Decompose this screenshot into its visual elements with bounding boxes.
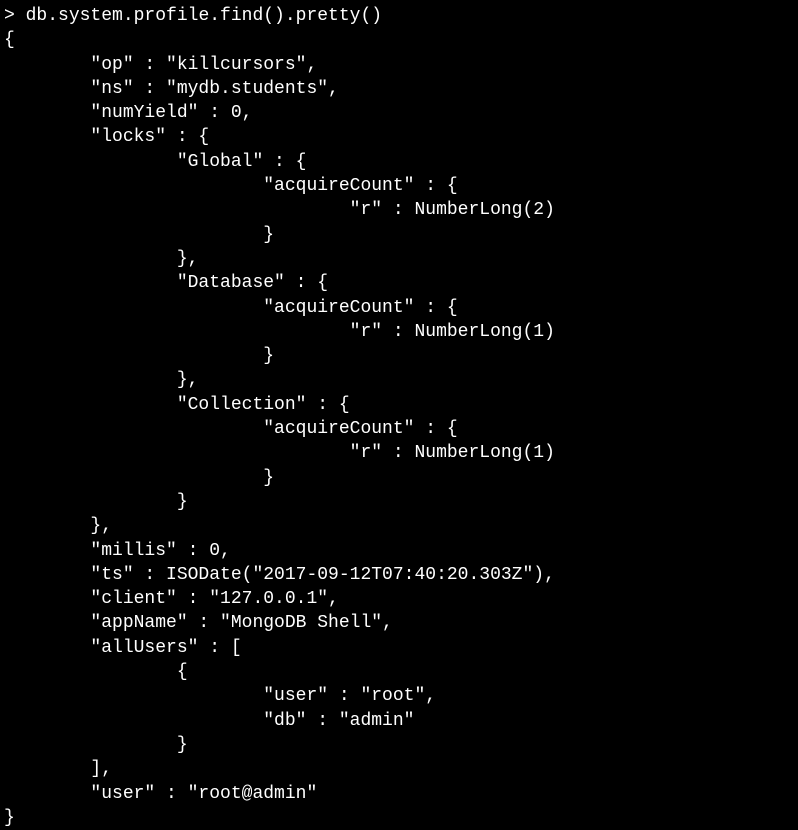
output-line: "numYield" : 0, bbox=[4, 103, 252, 123]
output-line: "r" : NumberLong(1) bbox=[4, 443, 555, 463]
shell-prompt: > bbox=[4, 6, 26, 26]
output-line: "Collection" : { bbox=[4, 395, 350, 415]
output-line: "client" : "127.0.0.1", bbox=[4, 589, 339, 609]
output-line: "appName" : "MongoDB Shell", bbox=[4, 613, 393, 633]
output-line: "locks" : { bbox=[4, 127, 209, 147]
output-line: "user" : "root@admin" bbox=[4, 784, 317, 804]
output-line: }, bbox=[4, 249, 198, 269]
output-line: "Database" : { bbox=[4, 273, 328, 293]
output-line: } bbox=[4, 346, 274, 366]
output-line: "millis" : 0, bbox=[4, 541, 231, 561]
output-line: "ns" : "mydb.students", bbox=[4, 79, 339, 99]
output-line: "db" : "admin" bbox=[4, 711, 414, 731]
output-line: "ts" : ISODate("2017-09-12T07:40:20.303Z… bbox=[4, 565, 555, 585]
output-line: } bbox=[4, 735, 188, 755]
output-line: }, bbox=[4, 516, 112, 536]
output-line: }, bbox=[4, 370, 198, 390]
output-line: "allUsers" : [ bbox=[4, 638, 242, 658]
output-line: "r" : NumberLong(1) bbox=[4, 322, 555, 342]
command-input: db.system.profile.find().pretty() bbox=[26, 6, 382, 26]
output-line: } bbox=[4, 492, 188, 512]
output-line: } bbox=[4, 468, 274, 488]
output-line: "op" : "killcursors", bbox=[4, 55, 317, 75]
output-line: "acquireCount" : { bbox=[4, 176, 458, 196]
output-line: "Global" : { bbox=[4, 152, 306, 172]
output-line: "acquireCount" : { bbox=[4, 419, 458, 439]
output-line: } bbox=[4, 808, 15, 828]
output-line: "acquireCount" : { bbox=[4, 298, 458, 318]
output-line: { bbox=[4, 30, 15, 50]
output-line: "user" : "root", bbox=[4, 686, 436, 706]
output-line: "r" : NumberLong(2) bbox=[4, 200, 555, 220]
output-line: } bbox=[4, 225, 274, 245]
terminal-output[interactable]: > db.system.profile.find().pretty() { "o… bbox=[4, 4, 794, 830]
output-line: ], bbox=[4, 759, 112, 779]
output-line: { bbox=[4, 662, 188, 682]
